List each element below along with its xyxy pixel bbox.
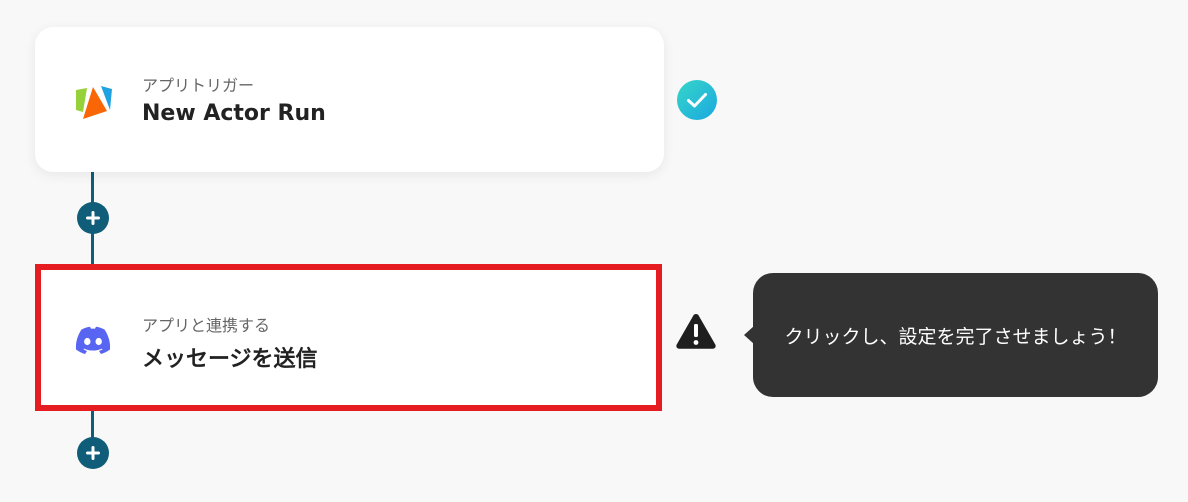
action-step-title: メッセージを送信 — [142, 347, 318, 372]
plus-icon — [86, 446, 100, 460]
trigger-step-title: New Actor Run — [142, 101, 326, 126]
tooltip-arrow — [744, 326, 754, 344]
action-step-subtitle: アプリと連携する — [142, 316, 271, 335]
trigger-step-card[interactable]: アプリトリガー New Actor Run — [35, 27, 664, 172]
warning-icon — [676, 314, 716, 349]
tooltip-text: クリックし、設定を完了させましょう！ — [784, 325, 1127, 348]
plus-icon — [86, 211, 100, 225]
action-step-card[interactable]: アプリと連携する メッセージを送信 — [35, 264, 662, 411]
apify-logo-icon — [76, 86, 112, 119]
add-step-button[interactable] — [77, 202, 109, 234]
trigger-step-subtitle: アプリトリガー — [142, 76, 255, 95]
discord-logo-icon — [75, 326, 111, 354]
setup-hint-tooltip: クリックし、設定を完了させましょう！ — [744, 273, 1158, 397]
add-step-button[interactable] — [77, 437, 109, 469]
check-circle-icon — [677, 80, 717, 120]
